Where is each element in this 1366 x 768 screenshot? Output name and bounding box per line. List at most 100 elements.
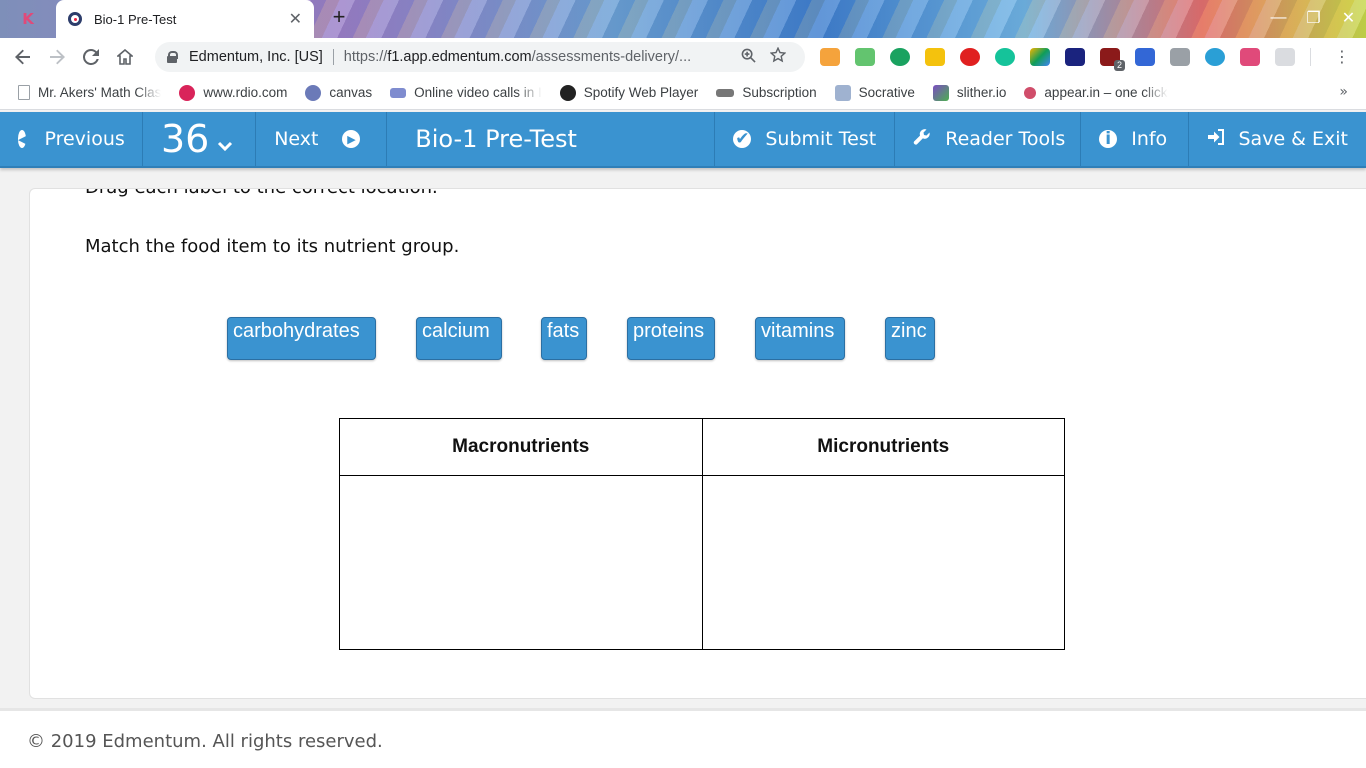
drop-zone-micronutrients[interactable] (701, 475, 1065, 650)
page-icon (18, 85, 30, 100)
extension-13-icon[interactable] (1240, 48, 1260, 66)
extension-14-icon[interactable] (1275, 48, 1295, 66)
extension-10-icon[interactable] (1135, 48, 1155, 66)
video-call-icon (390, 87, 407, 98)
extension-11-icon[interactable] (1170, 48, 1190, 66)
bookmark-item[interactable]: Socrative (834, 84, 915, 101)
grammarly-icon[interactable] (995, 48, 1015, 66)
column-header-micronutrients: Micronutrients (701, 417, 1065, 477)
bookmark-star-icon[interactable] (763, 46, 793, 67)
browser-menu-icon[interactable]: ⋮ (1334, 48, 1350, 66)
extension-badge: 2 (1113, 60, 1125, 71)
bookmark-item[interactable]: canvas (305, 84, 372, 101)
question-selector[interactable]: 36 (143, 112, 257, 166)
tab-title: Bio-1 Pre-Test (94, 11, 177, 27)
tab-strip: K Bio-1 Pre-Test ✕ + — ❐ ✕ (0, 0, 1366, 38)
extension-12-icon[interactable] (1205, 48, 1225, 66)
theme-background (300, 0, 1366, 38)
drag-label-calcium[interactable]: calcium (416, 317, 502, 360)
drag-label-carbohydrates[interactable]: carbohydrates (227, 317, 376, 360)
wrench-icon (913, 128, 931, 151)
ublock-icon[interactable]: 2 (1100, 48, 1125, 71)
socrative-icon (834, 84, 851, 101)
submit-test-button[interactable]: ✔ Submit Test (715, 112, 896, 166)
bookmark-item[interactable]: www.rdio.com (179, 84, 287, 101)
drag-label-zinc[interactable]: zinc (885, 317, 935, 360)
url-text[interactable]: https://f1.app.edmentum.com/assessments-… (344, 49, 733, 65)
home-icon (117, 49, 133, 65)
browser-toolbar: Edmentum, Inc. [US] https://f1.app.edmen… (0, 38, 1366, 76)
extension-separator (1310, 48, 1311, 66)
test-title: Bio-1 Pre-Test (387, 112, 716, 166)
zoom-icon[interactable] (733, 48, 763, 67)
match-table: Macronutrients Micronutrients (339, 417, 1065, 650)
reader-tools-button[interactable]: Reader Tools (895, 112, 1082, 166)
drag-label-proteins[interactable]: proteins (627, 317, 715, 360)
bookmark-item[interactable]: Online video calls in I (390, 85, 542, 100)
assessment-nav-bar: ◀ Previous 36 Next ▶ Bio-1 Pre-Test ✔ Su… (0, 112, 1366, 168)
bookmarks-bar: Mr. Akers' Math Clas www.rdio.com canvas… (0, 76, 1366, 110)
rdio-icon (179, 84, 196, 101)
canvas-icon (305, 84, 322, 101)
bookmark-item[interactable]: Mr. Akers' Math Clas (18, 85, 161, 100)
extension-3-icon[interactable] (890, 48, 910, 66)
k-logo-icon: K (22, 10, 34, 28)
arrow-left-circle-icon: ◀ (18, 130, 27, 148)
bookmark-item[interactable]: appear.in – one click (1024, 85, 1168, 100)
previous-button[interactable]: ◀ Previous (0, 112, 143, 166)
lock-icon[interactable] (167, 51, 178, 63)
bookmark-item[interactable]: slither.io (932, 84, 1006, 101)
back-button[interactable] (6, 40, 40, 74)
drop-zone-macronutrients[interactable] (339, 475, 703, 650)
question-panel: Drag each label to the correct location.… (29, 188, 1366, 699)
extension-8-icon[interactable] (1065, 48, 1085, 66)
pinned-tab[interactable]: K (0, 0, 56, 38)
bookmark-item[interactable]: Spotify Web Player (559, 84, 698, 101)
copyright-text: © 2019 Edmentum. All rights reserved. (27, 731, 383, 752)
forward-arrow-icon (50, 49, 65, 65)
sign-in-icon (1207, 128, 1225, 150)
close-window-button[interactable]: ✕ (1331, 0, 1366, 36)
restore-button[interactable]: ❐ (1296, 0, 1331, 36)
drag-label-fats[interactable]: fats (541, 317, 587, 360)
bookmarks-overflow-icon[interactable]: » (1339, 84, 1348, 100)
minimize-button[interactable]: — (1261, 0, 1296, 36)
chevron-down-icon (217, 135, 233, 156)
extensions-bar: 2 (820, 47, 1327, 71)
tab-favicon-icon (68, 12, 82, 26)
question-instruction: Drag each label to the correct location. (85, 189, 438, 198)
info-button[interactable]: i Info (1081, 112, 1189, 166)
active-tab[interactable]: Bio-1 Pre-Test ✕ (56, 0, 314, 38)
info-icon: i (1099, 129, 1118, 149)
extension-1-icon[interactable] (820, 48, 840, 66)
question-prompt: Match the food item to its nutrient grou… (85, 236, 460, 257)
check-circle-icon: ✔ (733, 129, 752, 149)
reload-icon (83, 49, 99, 65)
omnibox-separator (332, 49, 334, 65)
address-bar[interactable]: Edmentum, Inc. [US] https://f1.app.edmen… (155, 42, 805, 72)
next-button[interactable]: Next ▶ (256, 112, 388, 166)
extension-7-icon[interactable] (1030, 48, 1050, 66)
spotify-icon (559, 84, 576, 101)
new-tab-button[interactable]: + (328, 6, 350, 30)
bookmark-item[interactable]: Subscription (716, 85, 817, 100)
question-number: 36 (161, 117, 210, 161)
arrow-right-circle-icon: ▶ (342, 130, 361, 148)
drag-label-vitamins[interactable]: vitamins (755, 317, 845, 360)
adblock-icon[interactable] (960, 48, 980, 66)
forward-button[interactable] (40, 40, 74, 74)
slither-icon (932, 84, 949, 101)
window-controls: — ❐ ✕ (1261, 0, 1366, 36)
save-exit-button[interactable]: Save & Exit (1189, 112, 1366, 166)
back-arrow-icon (15, 49, 30, 65)
home-button[interactable] (108, 40, 142, 74)
reload-button[interactable] (74, 40, 108, 74)
tab-close-icon[interactable]: ✕ (289, 9, 302, 29)
tci-icon (716, 88, 735, 97)
page-footer: © 2019 Edmentum. All rights reserved. (0, 708, 1366, 768)
appear-in-icon (1024, 86, 1037, 99)
extension-4-icon[interactable] (925, 48, 945, 66)
column-header-macronutrients: Macronutrients (339, 417, 703, 477)
extension-2-icon[interactable] (855, 48, 875, 66)
site-identity[interactable]: Edmentum, Inc. [US] (189, 49, 323, 65)
